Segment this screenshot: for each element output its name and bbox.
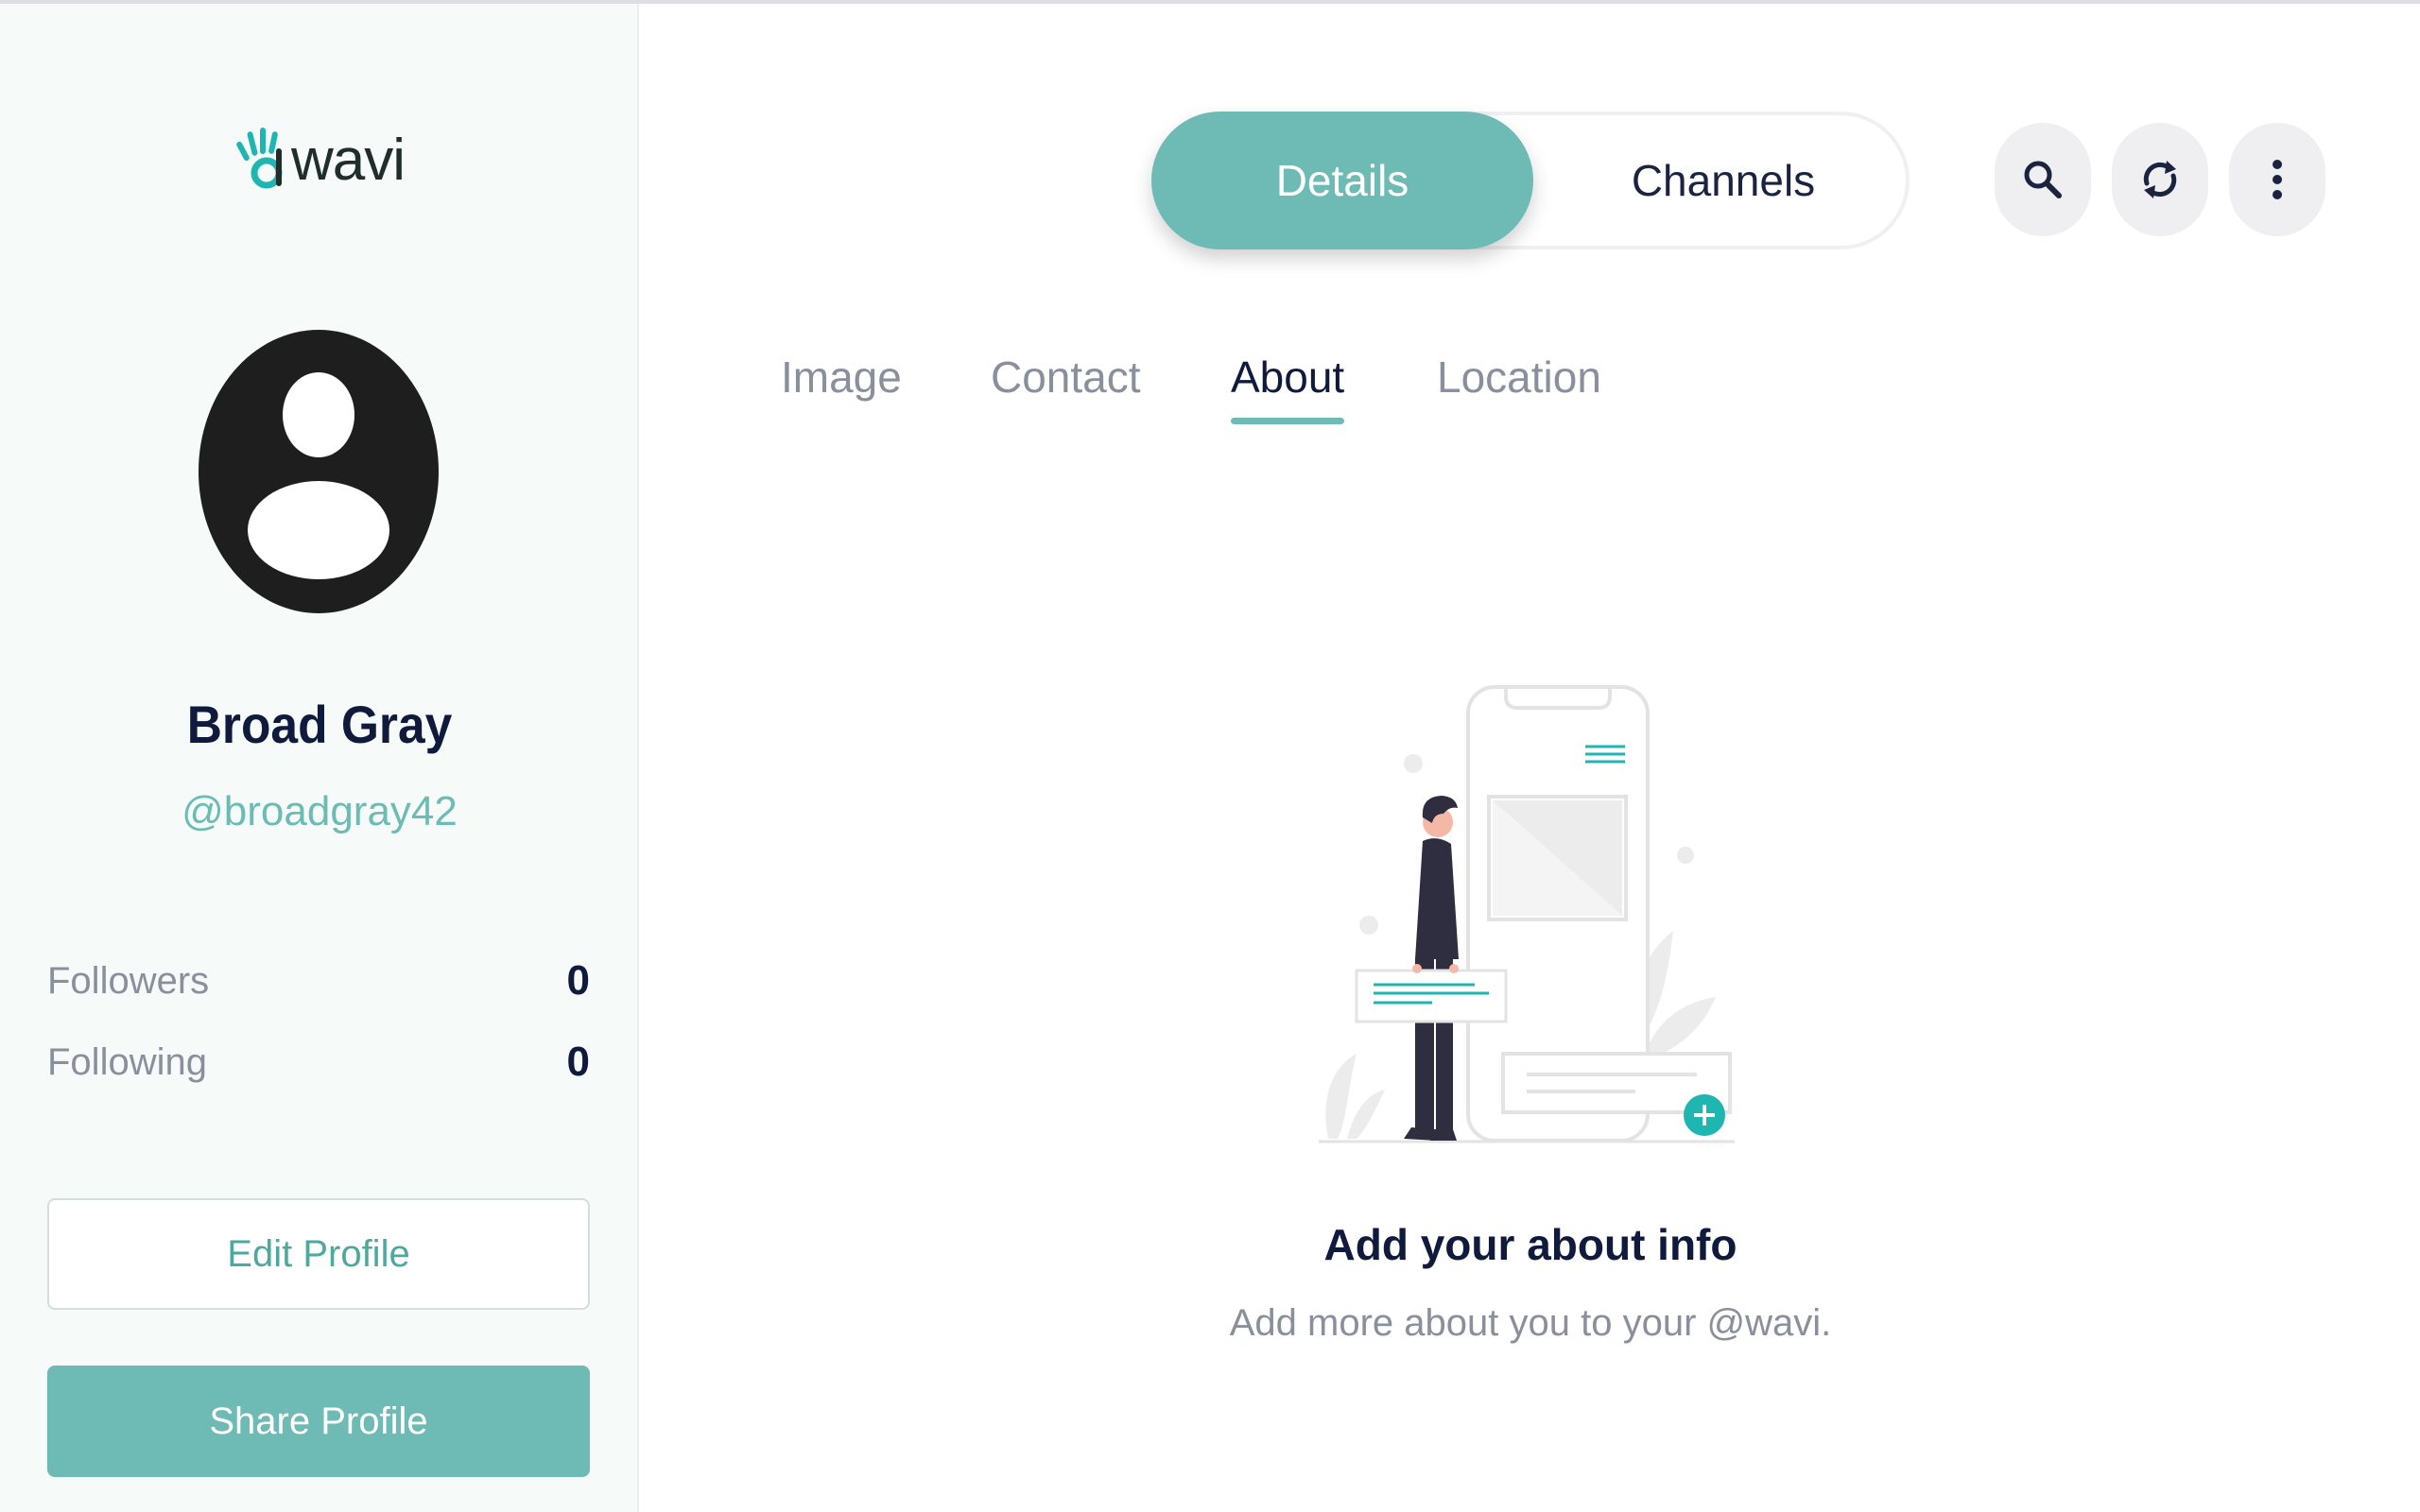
logo-wordmark: wavi bbox=[291, 127, 406, 193]
empty-state-illustration bbox=[1319, 685, 1735, 1143]
tab-about-label: About bbox=[1231, 352, 1345, 402]
profile-handle: @broadgray42 bbox=[182, 788, 458, 834]
tab-image[interactable]: Image bbox=[781, 352, 902, 403]
followers-stat[interactable]: Followers 0 bbox=[47, 953, 590, 1009]
profile-name: Broad Gray bbox=[186, 695, 453, 754]
followers-label: Followers bbox=[47, 959, 210, 1002]
tab-contact[interactable]: Contact bbox=[991, 352, 1141, 403]
hand-logo-icon bbox=[236, 128, 283, 189]
tab-location[interactable]: Location bbox=[1437, 352, 1601, 403]
default-avatar-icon[interactable] bbox=[199, 330, 439, 613]
tab-about[interactable]: About bbox=[1231, 352, 1345, 424]
segment-channels[interactable]: Channels bbox=[1533, 112, 1913, 249]
segment-details[interactable]: Details bbox=[1151, 112, 1533, 249]
edit-profile-button[interactable]: Edit Profile bbox=[47, 1198, 590, 1310]
following-count: 0 bbox=[566, 1039, 590, 1085]
search-button[interactable] bbox=[1995, 123, 2091, 236]
more-vertical-icon bbox=[2273, 160, 2282, 199]
active-tab-indicator bbox=[1231, 418, 1345, 424]
following-label: Following bbox=[47, 1040, 207, 1083]
empty-state-title: Add your about info bbox=[1323, 1220, 1737, 1269]
wavi-logo[interactable]: wavi bbox=[234, 115, 424, 200]
share-profile-button[interactable]: Share Profile bbox=[47, 1366, 590, 1477]
refresh-icon bbox=[2143, 161, 2177, 198]
following-stat[interactable]: Following 0 bbox=[47, 1034, 590, 1091]
followers-count: 0 bbox=[566, 957, 590, 1004]
details-channels-toggle: Details Channels bbox=[1151, 112, 1910, 249]
search-icon bbox=[2024, 161, 2062, 198]
refresh-button[interactable] bbox=[2112, 123, 2208, 236]
profile-sidebar: wavi Broad Gray @broadgray42 Followers 0… bbox=[0, 4, 639, 1512]
more-options-button[interactable] bbox=[2229, 123, 2325, 236]
empty-state-subtitle: Add more about you to your @wavi. bbox=[1229, 1302, 1832, 1344]
